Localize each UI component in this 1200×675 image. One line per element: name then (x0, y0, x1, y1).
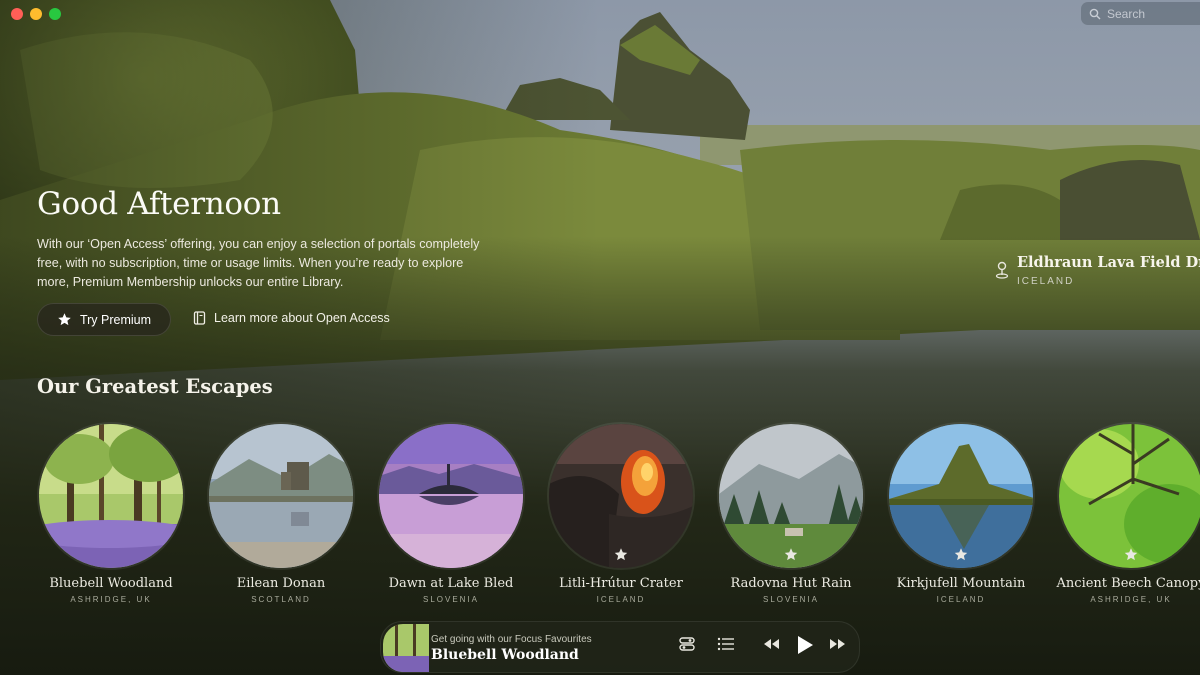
now-playing-hint: Get going with our Focus Favourites (431, 634, 592, 645)
escape-card-ancient-beech-canopy[interactable]: Ancient Beech Canopy ASHRIDGE, UK (1046, 422, 1200, 604)
escape-card-eilean-donan[interactable]: Eilean Donan SCOTLAND (196, 422, 366, 604)
escape-location: SCOTLAND (251, 595, 311, 604)
try-premium-button[interactable]: Try Premium (37, 303, 171, 336)
escape-location: SLOVENIA (422, 595, 479, 604)
location-name: Eldhraun Lava Field Drips (1017, 254, 1200, 271)
timer-button[interactable] (679, 636, 695, 652)
greeting-title: Good Afternoon (37, 186, 281, 222)
now-playing-title: Bluebell Woodland (431, 647, 579, 663)
book-icon (193, 311, 206, 325)
premium-star-icon (614, 548, 628, 561)
escape-title: Ancient Beech Canopy (1056, 576, 1200, 591)
premium-star-icon (954, 548, 968, 561)
escape-location: ASHRIDGE, UK (1090, 595, 1172, 604)
premium-star-icon (784, 548, 798, 561)
search-field[interactable] (1081, 2, 1200, 25)
escape-title: Litli-Hrútur Crater (559, 576, 683, 591)
play-icon (798, 636, 813, 654)
escape-thumbnail (207, 422, 355, 570)
rewind-icon (764, 639, 779, 649)
minimize-window-button[interactable] (30, 8, 42, 20)
close-window-button[interactable] (11, 8, 23, 20)
play-button[interactable] (795, 634, 815, 656)
escape-thumbnail (887, 422, 1035, 570)
escape-location: ICELAND (936, 595, 986, 604)
section-title: Our Greatest Escapes (37, 375, 273, 398)
escape-title: Bluebell Woodland (49, 576, 173, 591)
escape-title: Eilean Donan (236, 576, 326, 591)
escape-card-dawn-at-lake-bled[interactable]: Dawn at Lake Bled SLOVENIA (366, 422, 536, 604)
premium-star-icon (1124, 548, 1138, 561)
window-controls (11, 8, 61, 20)
escape-location: SLOVENIA (762, 595, 819, 604)
escape-thumbnail (377, 422, 525, 570)
learn-more-link[interactable]: Learn more about Open Access (193, 311, 390, 325)
intro-text: With our ‘Open Access’ offering, you can… (37, 237, 480, 289)
location-pin-icon (995, 261, 1009, 279)
escape-location: ASHRIDGE, UK (70, 595, 152, 604)
search-icon (1089, 8, 1101, 19)
location-tag[interactable]: Eldhraun Lava Field Drips ICELAND (995, 254, 1200, 287)
location-country: ICELAND (1017, 276, 1075, 287)
timer-icon (679, 637, 695, 651)
escape-card-kirkjufell-mountain[interactable]: Kirkjufell Mountain ICELAND (876, 422, 1046, 604)
fast-forward-button[interactable] (829, 636, 847, 652)
escape-card-bluebell-woodland[interactable]: Bluebell Woodland ASHRIDGE, UK (26, 422, 196, 604)
now-playing-bar[interactable]: Get going with our Focus Favourites Blue… (380, 621, 860, 673)
search-input[interactable] (1107, 6, 1187, 21)
escape-thumbnail (547, 422, 695, 570)
escape-title: Dawn at Lake Bled (388, 576, 514, 591)
escape-title: Radovna Hut Rain (730, 576, 852, 591)
escape-thumbnail (1057, 422, 1200, 570)
rewind-button[interactable] (762, 636, 780, 652)
fast-forward-icon (830, 639, 845, 649)
escape-thumbnail (717, 422, 865, 570)
escape-card-litli-hrutur-crater[interactable]: Litli-Hrútur Crater ICELAND (536, 422, 706, 604)
learn-more-label: Learn more about Open Access (214, 311, 390, 325)
playlist-button[interactable] (717, 636, 735, 652)
star-icon (58, 313, 71, 326)
now-playing-thumbnail (383, 624, 429, 672)
list-icon (717, 637, 734, 651)
escape-card-radovna-hut-rain[interactable]: Radovna Hut Rain SLOVENIA (706, 422, 876, 604)
escape-title: Kirkjufell Mountain (896, 576, 1026, 591)
maximize-window-button[interactable] (49, 8, 61, 20)
escape-location: ICELAND (596, 595, 646, 604)
escape-thumbnail (37, 422, 185, 570)
try-premium-label: Try Premium (79, 312, 152, 327)
